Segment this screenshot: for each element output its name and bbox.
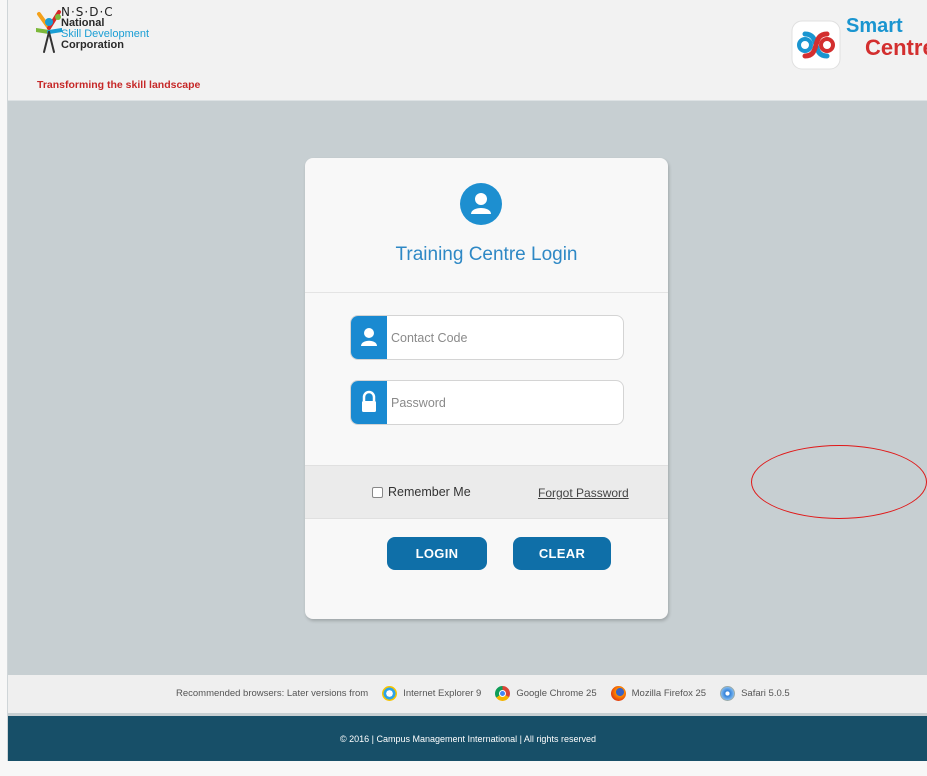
smart-word: Smart <box>846 15 903 37</box>
remember-me[interactable]: Remember Me <box>372 485 471 499</box>
login-button[interactable]: LOGIN <box>387 537 487 570</box>
browser-label-firefox: Mozilla Firefox 25 <box>631 688 707 699</box>
password-field[interactable] <box>350 380 624 425</box>
login-title: Training Centre Login <box>395 244 578 265</box>
divider <box>305 292 668 293</box>
smart-centre-wordmark: Smart Centre <box>846 15 927 60</box>
password-input[interactable] <box>391 381 616 424</box>
annotation-circle <box>751 445 927 519</box>
browsers-intro: Recommended browsers: Later versions fro… <box>176 688 369 699</box>
contact-code-field[interactable] <box>350 315 624 360</box>
nsdc-logo-icon <box>36 10 62 53</box>
user-icon <box>351 316 387 359</box>
clear-button[interactable]: CLEAR <box>513 537 611 570</box>
smart-centre-logo-icon <box>791 20 841 70</box>
lock-icon <box>351 381 387 424</box>
forgot-password-link[interactable]: Forgot Password <box>538 486 629 500</box>
footer: © 2016 | Campus Management International… <box>8 716 927 761</box>
copyright-text: © 2016 | Campus Management International… <box>340 733 596 744</box>
login-card: Training Centre Login Contact Code Remem… <box>305 158 668 619</box>
contact-code-input[interactable] <box>391 316 616 359</box>
remember-me-label: Remember Me <box>388 485 471 499</box>
browser-label-ie: Internet Explorer 9 <box>403 688 482 699</box>
nsdc-line-corporation: Corporation <box>61 39 124 51</box>
remember-me-checkbox[interactable] <box>372 486 383 498</box>
browser-recommendations: Recommended browsers: Later versions fro… <box>8 675 927 713</box>
centre-word: Centre <box>865 35 927 60</box>
header: N·S·D·C National Skill Development Corpo… <box>8 0 927 101</box>
login-options-bar: Remember Me Forgot Password <box>305 465 668 519</box>
page-frame: N·S·D·C National Skill Development Corpo… <box>7 0 927 761</box>
firefox-icon <box>610 686 626 701</box>
nsdc-wordmark: N·S·D·C National Skill Development Corpo… <box>61 6 149 51</box>
safari-icon <box>720 686 736 701</box>
browser-label-chrome: Google Chrome 25 <box>516 688 597 699</box>
nsdc-tagline: Transforming the skill landscape <box>37 79 201 91</box>
user-avatar-icon <box>460 183 502 225</box>
ie-icon <box>382 686 398 701</box>
chrome-icon <box>495 686 511 701</box>
browser-label-safari: Safari 5.0.5 <box>741 688 790 699</box>
